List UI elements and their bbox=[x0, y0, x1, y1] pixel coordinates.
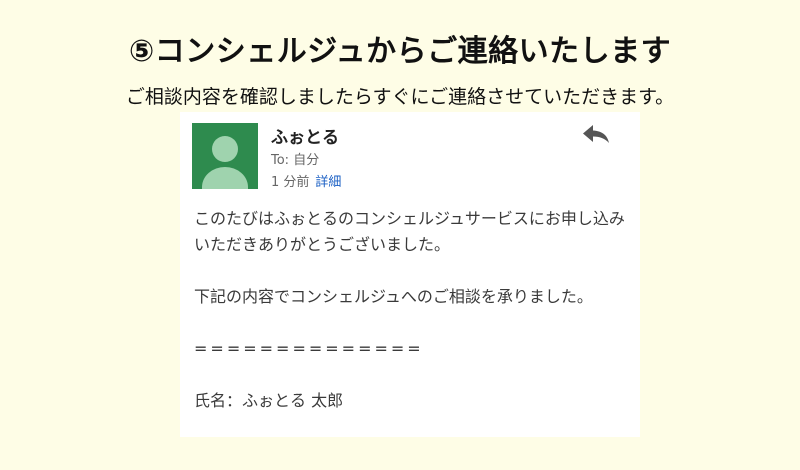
avatar-head-shape bbox=[212, 136, 238, 162]
details-link[interactable]: 詳細 bbox=[315, 175, 341, 190]
sender-name: ふぉとる bbox=[271, 128, 339, 148]
email-card: ふぉとる To: 自分 1 分前 詳細 このたびはふぉとるのコンシェルジュサービス… bbox=[180, 112, 640, 437]
page-subtitle: ご相談内容を確認しましたらすぐにご連絡させていただきます。 bbox=[125, 86, 675, 108]
timestamp-line: 1 分前 詳細 bbox=[271, 171, 341, 190]
page-headline: ⑤コンシェルジュからご連絡いたします bbox=[128, 34, 672, 69]
reply-icon[interactable] bbox=[582, 124, 610, 144]
sender-avatar bbox=[192, 123, 258, 189]
body-name-line: 氏名：ふぉとる 太郎 bbox=[194, 391, 344, 410]
email-body: このたびはふぉとるのコンシェルジュサービスにお申し込みいただきありがとうございま… bbox=[194, 206, 626, 437]
body-separator: ============== bbox=[194, 339, 424, 358]
body-paragraph-thanks: このたびはふぉとるのコンシェルジュサービスにお申し込みいただきありがとうございま… bbox=[194, 209, 625, 254]
timestamp: 1 分前 bbox=[271, 175, 310, 190]
body-paragraph-confirmation: 下記の内容でコンシェルジュへのご相談を承りました。 bbox=[194, 287, 593, 306]
recipient-line: To: 自分 bbox=[271, 153, 320, 168]
avatar-body-shape bbox=[202, 167, 248, 189]
